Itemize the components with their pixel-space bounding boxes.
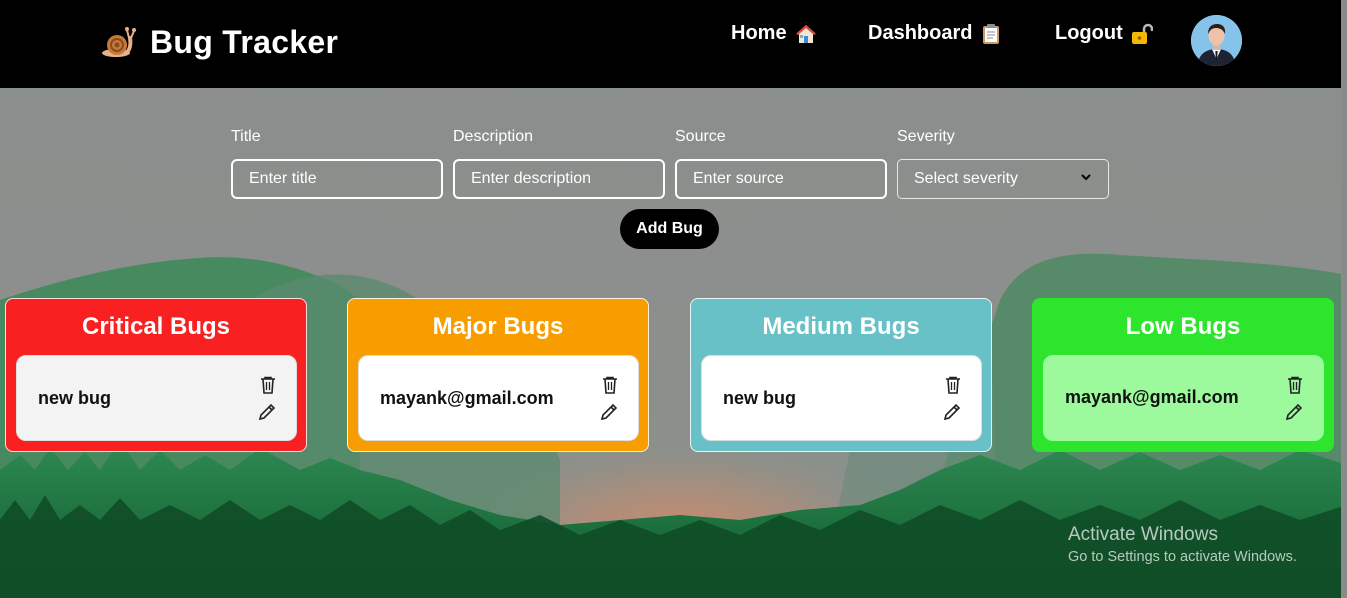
scrollbar[interactable]	[1341, 0, 1347, 598]
pencil-icon[interactable]	[1284, 402, 1304, 422]
add-bug-button[interactable]: Add Bug	[620, 209, 719, 249]
critical-bugs-column: Critical Bugs new bug	[5, 298, 307, 452]
column-title: Low Bugs	[1125, 313, 1241, 340]
brand[interactable]: Bug Tracker	[100, 22, 338, 62]
description-field-group: Description	[453, 128, 665, 199]
bug-title: new bug	[723, 388, 796, 408]
source-field-group: Source	[675, 128, 887, 199]
watermark-title: Activate Windows	[1068, 524, 1218, 545]
pencil-icon[interactable]	[599, 402, 619, 422]
nav-logout-link[interactable]: Logout	[1055, 22, 1153, 45]
column-title: Medium Bugs	[762, 313, 920, 340]
bug-card[interactable]: mayank@gmail.com	[358, 355, 639, 441]
bug-title: mayank@gmail.com	[380, 388, 554, 408]
trash-icon[interactable]	[600, 375, 620, 395]
severity-field-group: Severity Select severity	[897, 128, 1109, 199]
app-title: Bug Tracker	[150, 23, 339, 60]
bug-card[interactable]: mayank@gmail.com	[1043, 355, 1324, 441]
nav-home-label: Home	[731, 22, 787, 44]
activate-windows-watermark: Activate Windows Go to Settings to activ…	[1068, 524, 1297, 565]
description-label: Description	[453, 128, 534, 145]
bug-card[interactable]: new bug	[701, 355, 982, 441]
severity-label: Severity	[897, 128, 955, 145]
description-input[interactable]	[453, 159, 665, 199]
unlocked-padlock-icon	[1131, 23, 1153, 45]
trash-icon[interactable]	[943, 375, 963, 395]
medium-bugs-column: Medium Bugs new bug	[690, 298, 992, 452]
nav-dashboard-label: Dashboard	[868, 22, 973, 44]
severity-select[interactable]: Select severity	[897, 159, 1109, 199]
pencil-icon[interactable]	[942, 402, 962, 422]
nav-home-link[interactable]: Home	[731, 22, 817, 45]
title-input[interactable]	[231, 159, 443, 199]
title-label: Title	[231, 128, 261, 145]
bug-title: mayank@gmail.com	[1065, 387, 1239, 407]
chevron-down-icon	[1080, 170, 1092, 188]
snail-icon	[100, 23, 138, 61]
trash-icon[interactable]	[1285, 375, 1305, 395]
severity-select-value: Select severity	[914, 170, 1019, 187]
pencil-icon[interactable]	[257, 402, 277, 422]
navbar: Bug Tracker Home Dashboard Logout	[0, 0, 1341, 88]
watermark-subtitle: Go to Settings to activate Windows.	[1068, 549, 1297, 565]
column-title: Critical Bugs	[81, 313, 231, 340]
bug-card[interactable]: new bug	[16, 355, 297, 441]
trash-icon[interactable]	[258, 375, 278, 395]
bug-title: new bug	[38, 388, 111, 408]
major-bugs-column: Major Bugs mayank@gmail.com	[347, 298, 649, 452]
column-title: Major Bugs	[432, 313, 564, 340]
source-label: Source	[675, 128, 726, 145]
low-bugs-column: Low Bugs mayank@gmail.com	[1032, 298, 1334, 452]
clipboard-icon	[980, 23, 1002, 45]
house-icon	[795, 23, 817, 45]
source-input[interactable]	[675, 159, 887, 199]
nav-dashboard-link[interactable]: Dashboard	[868, 22, 1002, 45]
title-field-group: Title	[231, 128, 443, 199]
user-avatar[interactable]	[1191, 15, 1242, 66]
nav-logout-label: Logout	[1055, 22, 1123, 44]
